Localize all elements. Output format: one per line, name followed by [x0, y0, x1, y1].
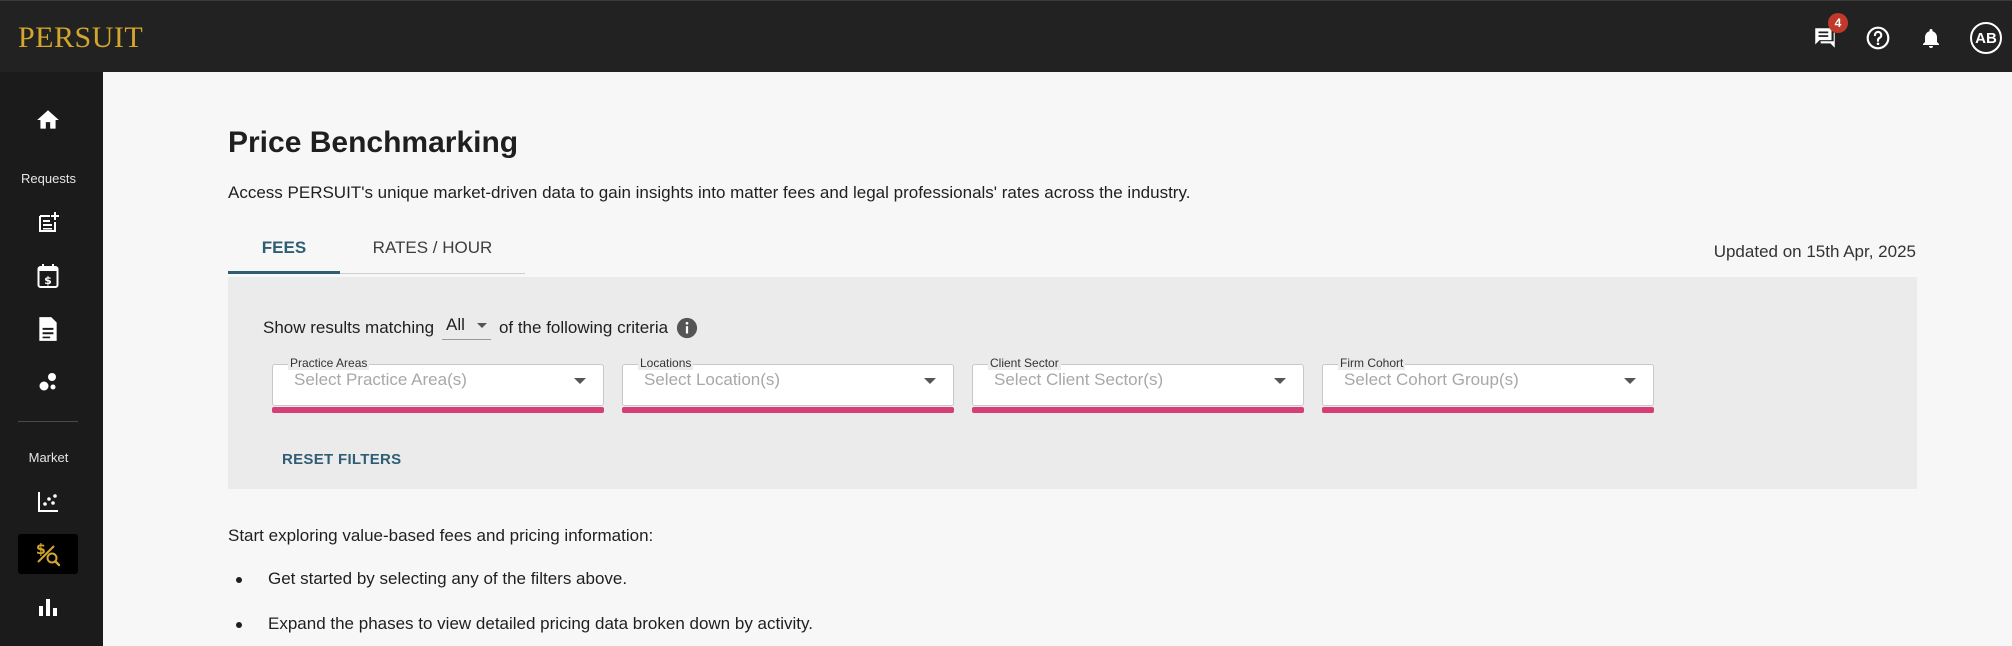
criteria-suffix: of the following criteria — [498, 317, 669, 337]
filter-panel: Show results matching All of the followi… — [228, 277, 1917, 489]
locations-label: Locations — [638, 356, 694, 370]
scatter-plot-icon — [38, 492, 58, 512]
svg-text:$: $ — [44, 274, 52, 287]
required-bar — [972, 407, 1304, 413]
help-circle-icon[interactable] — [1863, 23, 1893, 53]
chevron-down-icon — [924, 378, 936, 384]
explore-intro: Start exploring value-based fees and pri… — [228, 526, 654, 545]
chevron-down-icon — [1274, 378, 1286, 384]
client-sector-placeholder: Select Client Sector(s) — [994, 370, 1164, 389]
locations-select[interactable]: Locations Select Location(s) — [622, 356, 954, 413]
persuit-logo[interactable]: PERSUIT — [18, 21, 143, 55]
calendar-dollar-icon: $ — [37, 264, 59, 288]
price-search-icon: $ — [36, 542, 61, 567]
match-select[interactable]: All — [442, 315, 491, 340]
messages-badge: 4 — [1828, 13, 1848, 33]
practice-areas-select[interactable]: Practice Areas Select Practice Area(s) — [272, 356, 604, 413]
chevron-down-icon — [476, 322, 487, 328]
updated-date: Updated on 15th Apr, 2025 — [1713, 242, 1916, 261]
page-subtitle: Access PERSUIT's unique market-driven da… — [228, 183, 1191, 202]
criteria-prefix: Show results matching — [263, 317, 435, 337]
firm-cohort-select[interactable]: Firm Cohort Select Cohort Group(s) — [1322, 356, 1654, 413]
reset-filters-button[interactable]: RESET FILTERS — [282, 451, 401, 468]
info-icon[interactable] — [676, 317, 698, 339]
main-content: Price Benchmarking Access PERSUIT's uniq… — [103, 72, 2012, 646]
practice-areas-placeholder: Select Practice Area(s) — [294, 370, 467, 389]
sidebar-item-new-request[interactable] — [18, 203, 78, 243]
top-bar: PERSUIT 4 AB — [0, 0, 2012, 72]
sidebar-item-documents[interactable] — [18, 309, 78, 349]
locations-placeholder: Select Location(s) — [644, 370, 781, 389]
bar-chart-icon — [39, 599, 57, 616]
document-icon — [39, 317, 57, 341]
sidebar-item-home[interactable] — [18, 100, 78, 140]
sidebar-item-calendar-fees[interactable]: $ — [18, 256, 78, 296]
sidebar: Requests $ Market $ — [0, 72, 103, 646]
tab-bar: FEES RATES / HOUR — [228, 228, 525, 274]
sidebar-divider — [18, 421, 78, 422]
criteria-row: Show results matching All of the followi… — [263, 315, 698, 340]
match-select-value: All — [446, 315, 465, 334]
chevron-down-icon — [1624, 378, 1636, 384]
bubble-chart-icon — [39, 373, 56, 391]
list-item: Get started by selecting any of the filt… — [228, 569, 813, 614]
sidebar-item-scatter[interactable] — [18, 482, 78, 522]
sidebar-section-requests: Requests — [21, 171, 76, 186]
client-sector-select[interactable]: Client Sector Select Client Sector(s) — [972, 356, 1304, 413]
page-title: Price Benchmarking — [228, 126, 519, 159]
avatar[interactable]: AB — [1970, 22, 2002, 54]
chevron-down-icon — [574, 378, 586, 384]
client-sector-label: Client Sector — [988, 356, 1061, 370]
tab-fees[interactable]: FEES — [228, 228, 340, 274]
home-icon — [37, 110, 59, 129]
sidebar-item-price-benchmarking[interactable]: $ — [18, 534, 78, 574]
firm-cohort-label: Firm Cohort — [1338, 356, 1406, 370]
tab-rates-hour[interactable]: RATES / HOUR — [340, 228, 525, 274]
note-add-icon — [39, 212, 59, 232]
list-item: Expand the phases to view detailed prici… — [228, 614, 813, 646]
required-bar — [1322, 407, 1654, 413]
sidebar-section-market: Market — [28, 450, 69, 465]
sidebar-item-bar-chart[interactable] — [18, 587, 78, 627]
sidebar-item-bubbles[interactable] — [18, 362, 78, 402]
required-bar — [622, 407, 954, 413]
explore-list: Get started by selecting any of the filt… — [228, 569, 813, 646]
bell-icon[interactable] — [1916, 23, 1946, 53]
practice-areas-label: Practice Areas — [288, 356, 370, 370]
firm-cohort-placeholder: Select Cohort Group(s) — [1344, 370, 1519, 389]
required-bar — [272, 407, 604, 413]
